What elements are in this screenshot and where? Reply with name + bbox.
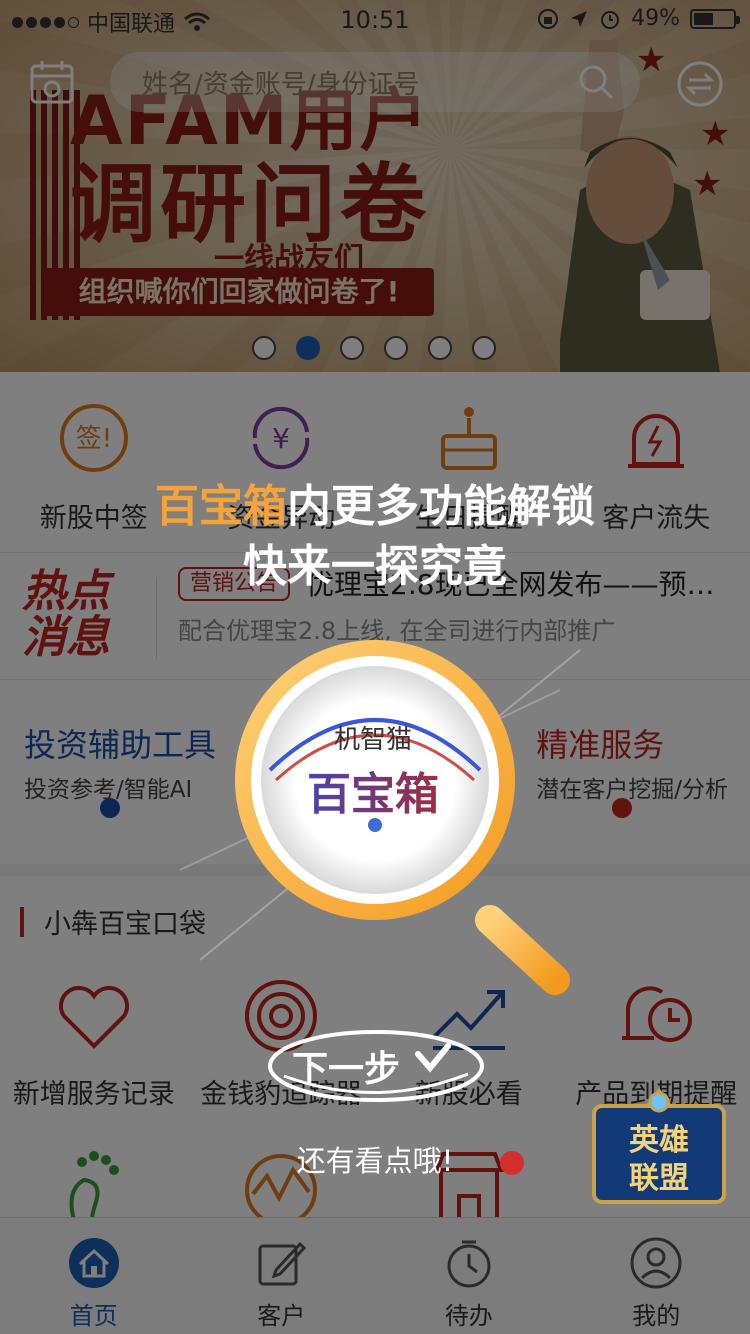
magnifier-small-text: 机智猫 <box>333 725 412 755</box>
guide-headline-rest: 内更多功能解锁 <box>287 481 595 532</box>
magnifier-big-text: 百宝箱 <box>258 758 488 822</box>
guide-headline-line2: 快来一探究竟 <box>243 541 507 592</box>
game-floating-badge[interactable]: 英雄 联盟 <box>592 1088 726 1204</box>
badge-line2: 联盟 <box>629 1161 689 1196</box>
badge-line1: 英雄 <box>629 1123 689 1158</box>
league-badge-icon: 英雄 联盟 <box>592 1088 726 1204</box>
guide-headline: 百宝箱内更多功能解锁 <box>0 470 750 534</box>
notification-dot <box>500 1151 524 1175</box>
next-step-label[interactable]: 下一步 <box>292 1040 400 1092</box>
magnifier-content: 机智猫 百宝箱 <box>258 705 488 845</box>
guide-highlight: 百宝箱 <box>155 481 287 532</box>
